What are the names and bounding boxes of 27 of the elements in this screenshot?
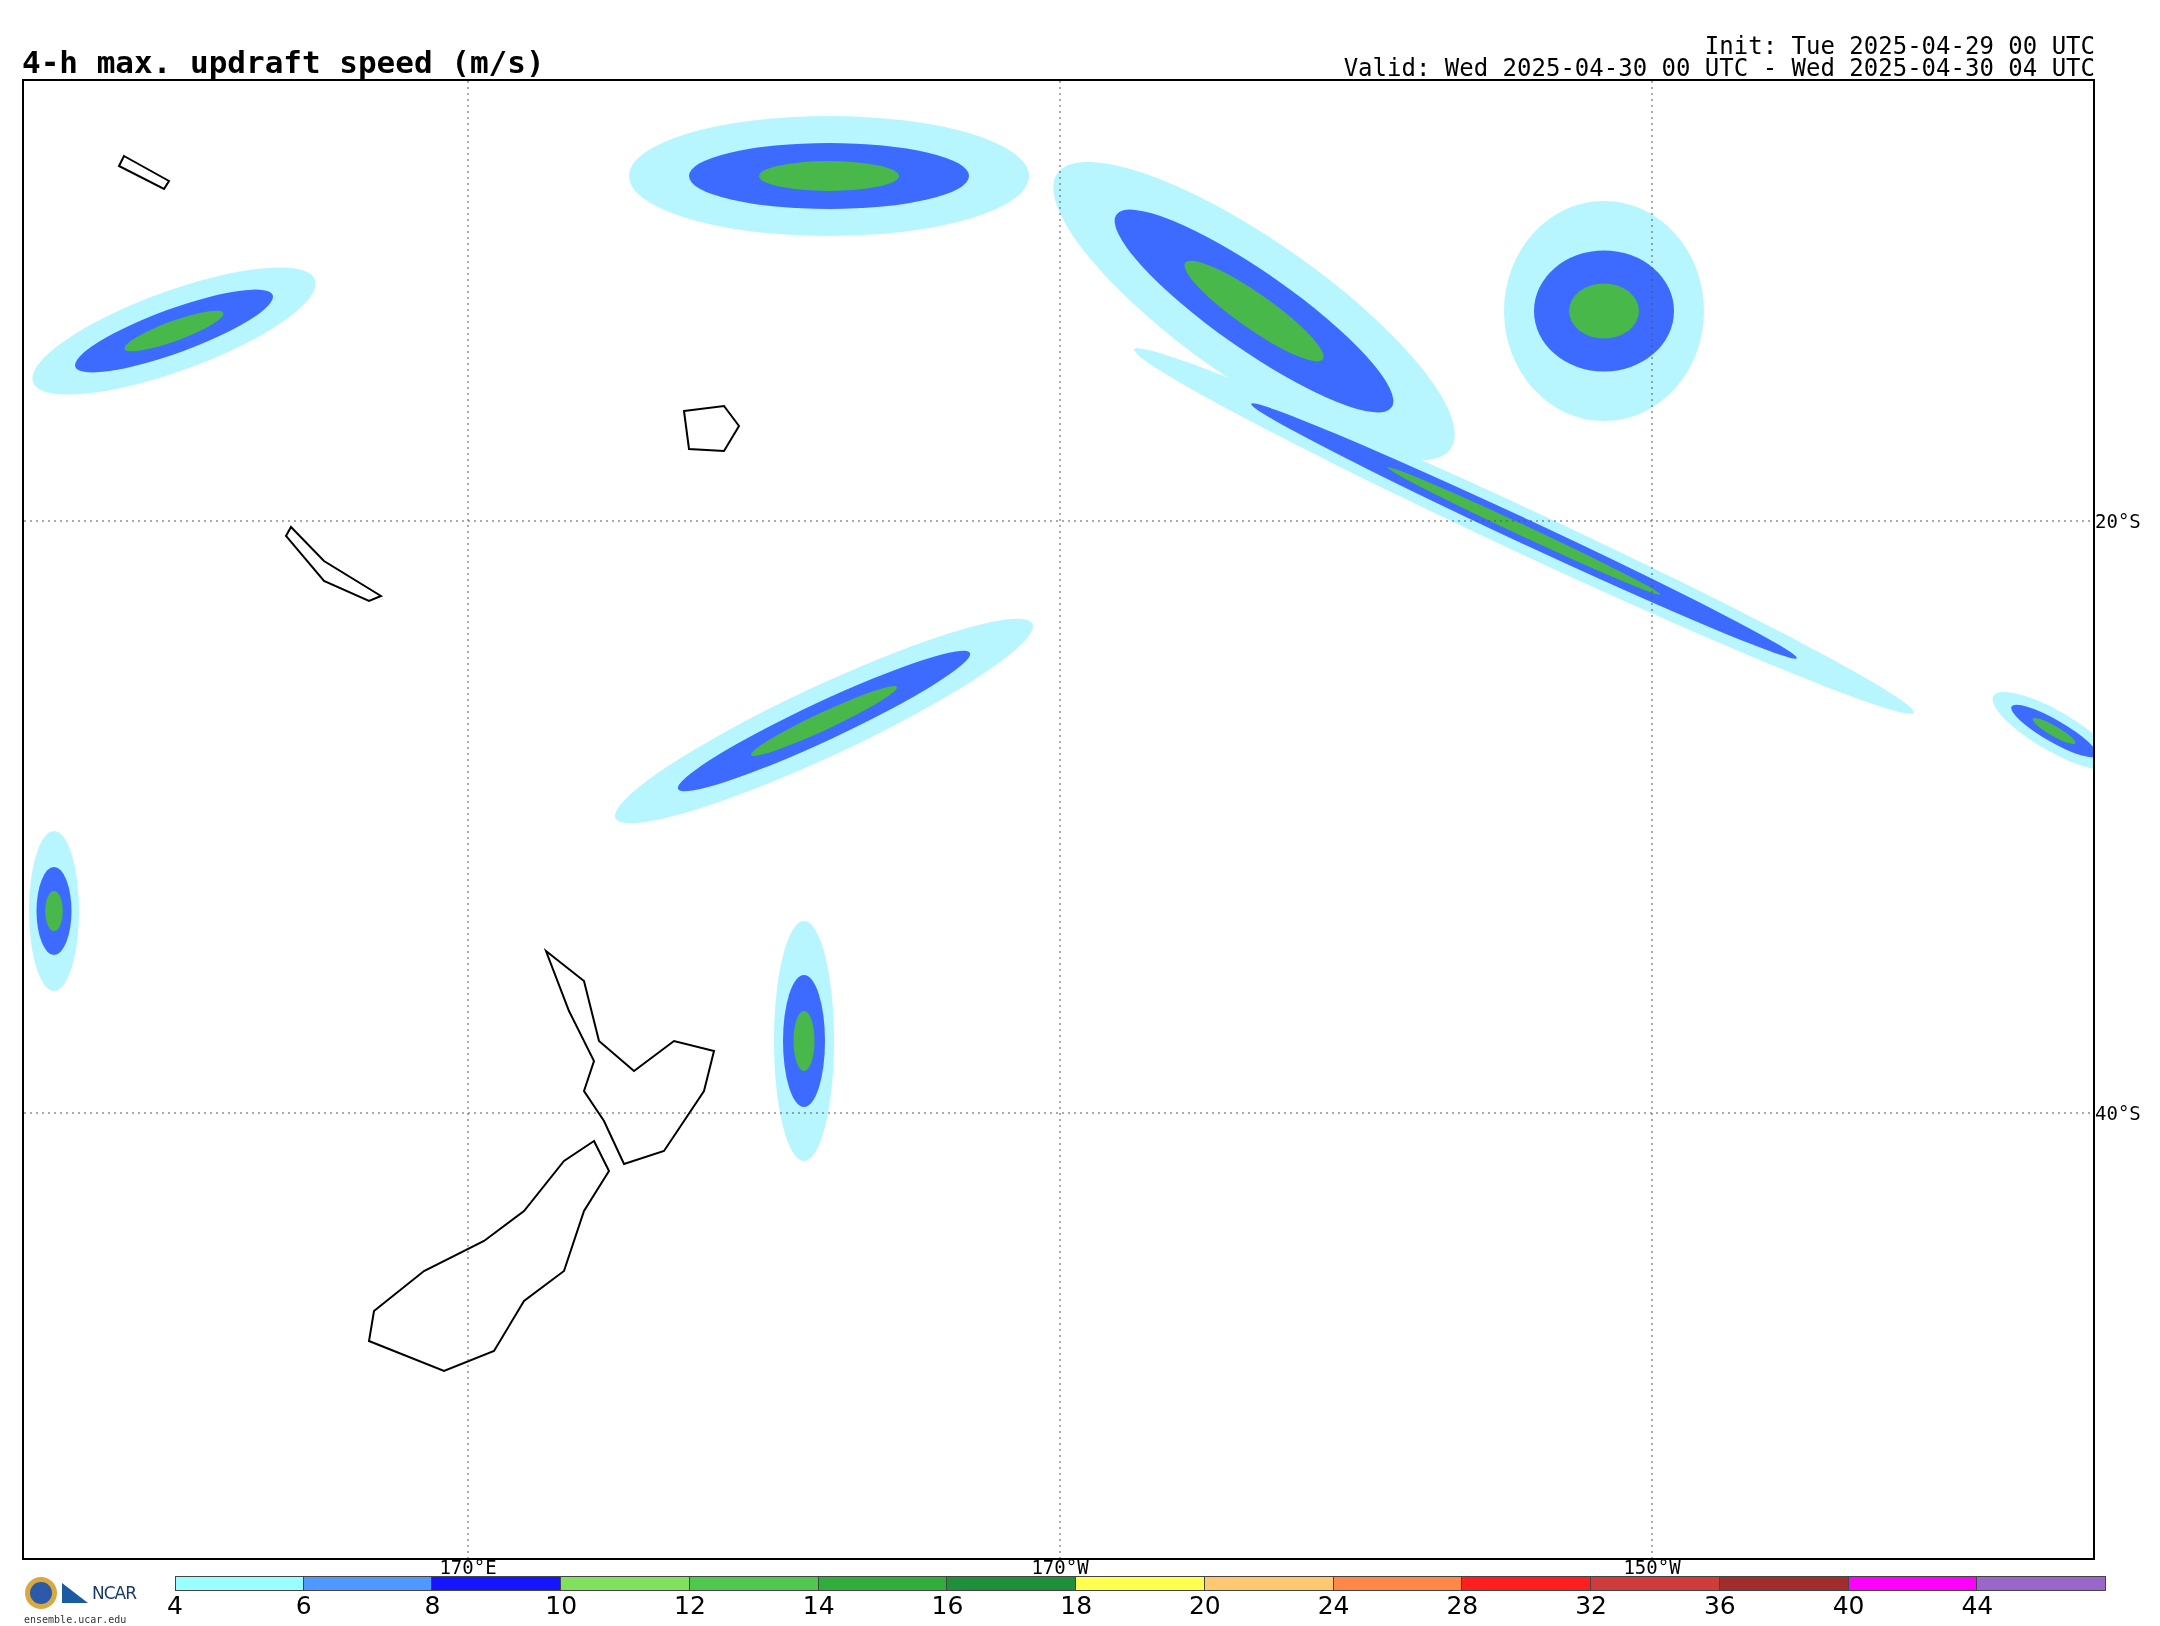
wedge-logo-icon (62, 1583, 88, 1603)
scale-tick-label: 18 (1060, 1591, 1093, 1621)
scale-tick-label: 10 (545, 1591, 578, 1621)
scale-tick-label: 32 (1575, 1591, 1607, 1621)
longitude-label: 150°W (1623, 1558, 1681, 1576)
scale-tick-label: 36 (1703, 1591, 1736, 1621)
longitude-label: 170°W (1031, 1558, 1089, 1576)
scale-tick-label: 28 (1446, 1591, 1479, 1621)
scale-tick-label: 24 (1317, 1591, 1350, 1621)
scale-tick-label: 16 (931, 1591, 964, 1621)
longitude-label: 170°E (439, 1558, 497, 1576)
latitude-label: 20°S (2094, 510, 2141, 532)
scale-tick-label: 40 (1832, 1591, 1865, 1621)
valid-time: Valid: Wed 2025-04-30 00 UTC - Wed 2025-04-30 04 UTC (1343, 57, 2095, 79)
logo-text: NCAR (92, 1583, 137, 1603)
scale-tick-label: 12 (674, 1591, 706, 1621)
globe-logo-icon (24, 1576, 58, 1610)
chart-title: 4-h max. updraft speed (m/s) (22, 47, 545, 78)
latitude-label: 40°S (2094, 1102, 2141, 1124)
scale-tick-label: 6 (295, 1591, 312, 1621)
scale-tick-label: 4 (167, 1591, 183, 1621)
init-time: Init: Tue 2025-04-29 00 UTC (1704, 35, 2095, 57)
scale-tick-label: 44 (1961, 1591, 1994, 1621)
scale-tick-label: 14 (802, 1591, 835, 1621)
site-address: ensemble.ucar.edu (24, 1614, 127, 1625)
scale-tick-label: 20 (1188, 1591, 1221, 1621)
scale-tick-label: 8 (424, 1591, 441, 1621)
